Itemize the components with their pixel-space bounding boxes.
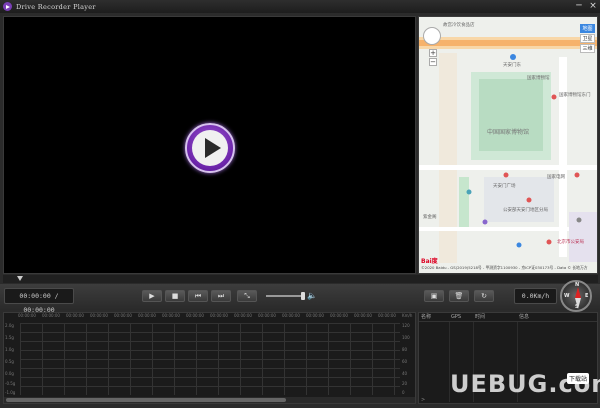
graph-plot-area bbox=[20, 323, 400, 395]
x-tick: 00:00:00 bbox=[378, 313, 396, 318]
x-tick: 00:00:00 bbox=[306, 313, 324, 318]
graph-time-axis: 00:00:00 00:00:00 00:00:00 00:00:00 00:0… bbox=[4, 313, 415, 321]
big-play-button[interactable] bbox=[185, 123, 235, 173]
rotate-button[interactable]: ↻ bbox=[474, 290, 494, 302]
x-tick: 00:00:00 bbox=[66, 313, 84, 318]
site-watermark-badge: 下载站 bbox=[567, 373, 590, 384]
seek-bar[interactable] bbox=[3, 275, 598, 283]
map-type-map-button[interactable]: 地图 bbox=[580, 24, 595, 33]
compass-east-label: E bbox=[585, 293, 589, 299]
map-label: 紫金阁 bbox=[423, 215, 437, 220]
x-tick: 00:00:00 bbox=[186, 313, 204, 318]
x-tick: 00:00:00 bbox=[234, 313, 252, 318]
compass-needle-north bbox=[575, 287, 581, 298]
x-tick: 00:00:00 bbox=[282, 313, 300, 318]
x-tick: 00:00:00 bbox=[210, 313, 228, 318]
map-panel[interactable]: + − 地图 卫星 三维 故宫冷饮食品店 天安门东 国家博物馆 中国国家博物馆 … bbox=[418, 16, 598, 274]
graph-scroll-thumb[interactable] bbox=[6, 398, 286, 402]
x-tick: 00:00:00 bbox=[354, 313, 372, 318]
table-expand-arrow[interactable]: > bbox=[421, 397, 425, 403]
y-left-tick: 2.0g bbox=[5, 323, 14, 328]
fullscreen-button[interactable]: ⤡ bbox=[237, 290, 257, 302]
map-label: 国家电网 bbox=[547, 175, 565, 180]
col-header-name[interactable]: 名称 bbox=[419, 313, 449, 321]
map-label: 天安门广场 bbox=[493, 184, 516, 189]
play-icon bbox=[205, 138, 221, 158]
x-tick: 00:00:00 bbox=[42, 313, 60, 318]
map-zoom-out-button[interactable]: − bbox=[429, 58, 437, 66]
map-graphic bbox=[419, 17, 597, 273]
y-right-tick: 0 bbox=[402, 390, 405, 395]
close-button[interactable]: × bbox=[588, 1, 598, 11]
table-header: 名称 GPS 时间 信息 bbox=[419, 313, 597, 322]
video-display[interactable] bbox=[3, 16, 416, 274]
control-bar: 00:00:00 / 00:00:00 ▶ ■ ⏮ ⏭ ⤡ 🔈 ▣ 🗑 ↻ 0.… bbox=[0, 284, 600, 314]
map-type-3d-button[interactable]: 三维 bbox=[580, 44, 595, 53]
y-right-tick: 20 bbox=[402, 381, 408, 386]
y-right-tick: 40 bbox=[402, 371, 408, 376]
map-label: 天安门东 bbox=[503, 63, 521, 68]
y-left-tick: -0.5g bbox=[5, 381, 16, 386]
delete-button[interactable]: 🗑 bbox=[449, 290, 469, 302]
col-header-time[interactable]: 时间 bbox=[473, 313, 517, 321]
play-button[interactable]: ▶ bbox=[142, 290, 162, 302]
window-title: Drive Recorder Player bbox=[16, 2, 96, 11]
col-header-gps[interactable]: GPS bbox=[449, 313, 473, 321]
y-right-tick: 60 bbox=[402, 359, 408, 364]
y-left-tick: 0.0g bbox=[5, 371, 14, 376]
map-type-satellite-button[interactable]: 卫星 bbox=[580, 34, 595, 43]
x-tick: 00:00:00 bbox=[90, 313, 108, 318]
volume-thumb[interactable] bbox=[301, 292, 305, 300]
compass-icon: N S E W bbox=[560, 280, 592, 312]
map-label: 中国国家博物馆 bbox=[487, 129, 530, 136]
compass-west-label: W bbox=[564, 293, 570, 299]
stop-button[interactable]: ■ bbox=[165, 290, 185, 302]
x-unit: Km/h bbox=[402, 313, 413, 318]
compass-needle-south bbox=[575, 298, 581, 309]
map-label: 国家博物馆 bbox=[527, 76, 550, 81]
x-tick: 00:00:00 bbox=[330, 313, 348, 318]
y-left-tick: 0.5g bbox=[5, 359, 14, 364]
graph-scrollbar[interactable] bbox=[4, 397, 415, 403]
volume-icon[interactable]: 🔈 bbox=[307, 291, 317, 300]
x-tick: 00:00:00 bbox=[18, 313, 36, 318]
y-right-tick: 100 bbox=[402, 335, 410, 340]
col-header-info[interactable]: 信息 bbox=[517, 313, 577, 321]
x-tick: 00:00:00 bbox=[114, 313, 132, 318]
map-zoom-in-button[interactable]: + bbox=[429, 49, 437, 57]
x-tick: 00:00:00 bbox=[138, 313, 156, 318]
speed-display: 0.0Km/h bbox=[514, 288, 557, 304]
minimize-button[interactable]: ─ bbox=[574, 1, 584, 11]
x-tick: 00:00:00 bbox=[162, 313, 180, 318]
x-tick: 00:00:00 bbox=[258, 313, 276, 318]
y-right-tick: 80 bbox=[402, 347, 408, 352]
volume-slider[interactable] bbox=[266, 295, 302, 297]
title-bar: Drive Recorder Player ─ × bbox=[0, 0, 600, 13]
app-logo-icon bbox=[3, 2, 12, 11]
previous-button[interactable]: ⏮ bbox=[188, 290, 208, 302]
next-button[interactable]: ⏭ bbox=[211, 290, 231, 302]
y-left-tick: 1.0g bbox=[5, 347, 14, 352]
y-right-tick: 120 bbox=[402, 323, 410, 328]
seek-thumb[interactable] bbox=[17, 276, 23, 281]
map-label: 公安部天安门地区分局 bbox=[503, 208, 548, 213]
map-label: 北京市公安局 bbox=[557, 240, 584, 245]
sensor-graph: 00:00:00 00:00:00 00:00:00 00:00:00 00:0… bbox=[3, 312, 416, 404]
time-display: 00:00:00 / 00:00:00 bbox=[4, 288, 74, 314]
map-label: 故宫冷饮食品店 bbox=[443, 23, 475, 28]
snapshot-button[interactable]: ▣ bbox=[424, 290, 444, 302]
play-circle bbox=[192, 130, 228, 166]
map-label: 国家博物馆东门 bbox=[559, 93, 591, 98]
map-copyright: ©2020 Baidu - GS(2019)5218号 - 甲测资字110093… bbox=[421, 265, 588, 270]
baidu-logo: Bai度 bbox=[421, 258, 438, 265]
map-pan-control[interactable] bbox=[423, 27, 441, 45]
y-left-tick: -1.0g bbox=[5, 390, 16, 395]
y-left-tick: 1.5g bbox=[5, 335, 14, 340]
